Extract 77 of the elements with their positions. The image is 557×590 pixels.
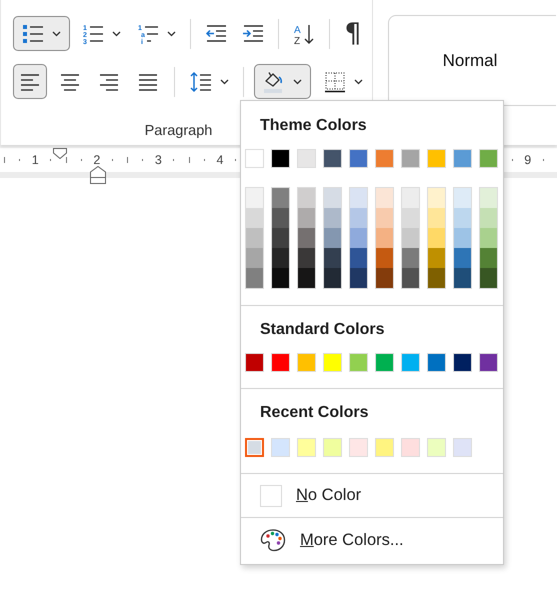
- color-swatch[interactable]: [428, 248, 445, 268]
- color-swatch[interactable]: [376, 268, 393, 288]
- color-swatch[interactable]: [246, 208, 263, 228]
- color-swatch[interactable]: [298, 228, 315, 248]
- color-swatch[interactable]: [298, 208, 315, 228]
- bullet-list-icon: [22, 22, 44, 44]
- color-swatch[interactable]: [298, 188, 315, 208]
- color-swatch[interactable]: [454, 208, 471, 228]
- color-swatch[interactable]: [376, 248, 393, 268]
- color-swatch[interactable]: [428, 228, 445, 248]
- color-swatch[interactable]: [246, 248, 263, 268]
- color-swatch[interactable]: [376, 208, 393, 228]
- color-swatch[interactable]: [376, 188, 393, 208]
- color-swatch[interactable]: [428, 268, 445, 288]
- color-swatch[interactable]: [480, 208, 497, 228]
- color-swatch[interactable]: [324, 208, 341, 228]
- line-spacing-icon: [190, 70, 212, 92]
- color-swatch[interactable]: [428, 208, 445, 228]
- color-swatch[interactable]: [324, 268, 341, 288]
- color-swatch[interactable]: [298, 248, 315, 268]
- align-left-button[interactable]: [13, 64, 47, 99]
- color-swatch[interactable]: [246, 228, 263, 248]
- color-swatch[interactable]: [350, 268, 367, 288]
- color-swatch[interactable]: [245, 438, 264, 457]
- color-swatch[interactable]: [246, 188, 263, 208]
- decrease-indent-icon: [205, 22, 227, 44]
- ruler-number: 1: [32, 154, 39, 166]
- borders-icon: [324, 70, 346, 92]
- color-swatch[interactable]: [376, 228, 393, 248]
- ruler-number: 4: [216, 154, 224, 166]
- color-swatch[interactable]: [350, 248, 367, 268]
- color-swatch[interactable]: [324, 248, 341, 268]
- color-swatch[interactable]: [402, 188, 419, 208]
- color-swatch[interactable]: [402, 268, 419, 288]
- color-swatch[interactable]: [402, 208, 419, 228]
- color-swatch[interactable]: [454, 228, 471, 248]
- color-swatch[interactable]: [480, 248, 497, 268]
- ruler-number: 3: [154, 154, 162, 166]
- no-color-option[interactable]: No Color: [241, 474, 503, 517]
- color-swatch[interactable]: [350, 208, 367, 228]
- color-swatch[interactable]: [402, 228, 419, 248]
- color-swatch[interactable]: [454, 268, 471, 288]
- color-swatch[interactable]: [480, 268, 497, 288]
- shading-button[interactable]: [254, 64, 311, 99]
- color-swatch[interactable]: [324, 188, 341, 208]
- section-heading: Standard Colors: [259, 320, 386, 339]
- color-swatch[interactable]: [402, 248, 419, 268]
- color-swatch[interactable]: [272, 208, 289, 228]
- group-label: Paragraph: [144, 123, 212, 139]
- increase-indent-icon: [242, 22, 264, 44]
- color-swatch[interactable]: [428, 188, 445, 208]
- empty-swatch-icon: [260, 484, 282, 506]
- show-formatting-button[interactable]: ¶: [340, 16, 366, 51]
- bullets-button[interactable]: [13, 16, 70, 51]
- color-swatch[interactable]: [350, 228, 367, 248]
- color-swatch[interactable]: [246, 268, 263, 288]
- section-heading: Recent Colors: [259, 403, 370, 422]
- color-swatch[interactable]: [350, 188, 367, 208]
- color-swatch[interactable]: [454, 248, 471, 268]
- ruler-number: 2: [93, 154, 100, 166]
- ruler-number: 9: [524, 154, 532, 166]
- color-swatch[interactable]: [272, 248, 289, 268]
- paint-bucket-icon: [263, 70, 285, 92]
- color-swatch[interactable]: [480, 188, 497, 208]
- section-heading: Theme Colors: [259, 116, 368, 135]
- color-swatch[interactable]: [454, 188, 471, 208]
- color-swatch[interactable]: [272, 188, 289, 208]
- color-swatch[interactable]: [324, 228, 341, 248]
- color-swatch[interactable]: [298, 268, 315, 288]
- palette-icon: [260, 528, 286, 552]
- color-swatch[interactable]: [272, 268, 289, 288]
- hanging-indent-marker[interactable]: [90, 166, 106, 184]
- style-item[interactable]: Normal: [388, 15, 556, 106]
- color-swatch[interactable]: [480, 228, 497, 248]
- more-colors-option[interactable]: More Colors...: [241, 518, 503, 562]
- color-swatch[interactable]: [272, 228, 289, 248]
- sort-button[interactable]: A Z: [289, 16, 319, 51]
